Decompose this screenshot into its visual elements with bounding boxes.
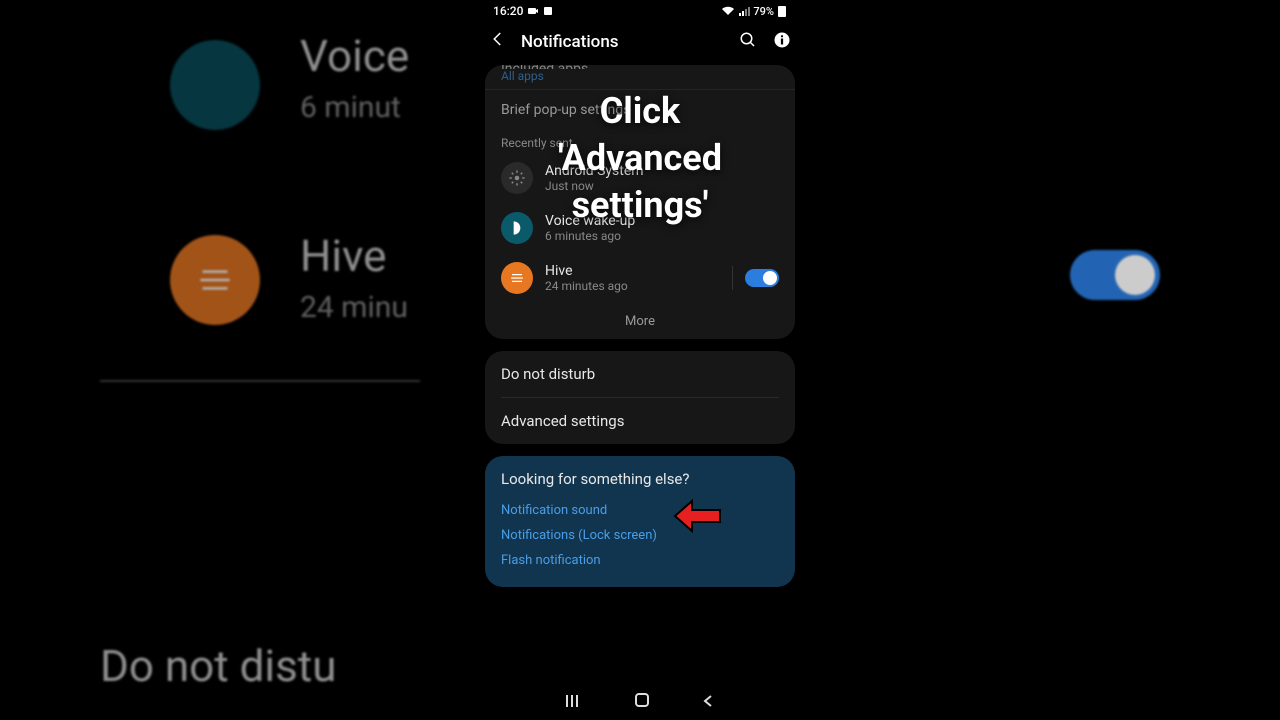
included-apps-value: All apps [501,69,779,83]
search-icon[interactable] [739,31,757,53]
nav-recents-icon[interactable] [566,693,584,712]
settings-card: Do not disturb Advanced settings [485,351,795,444]
status-bar: 16:20 79% [475,0,805,20]
info-icon[interactable] [773,31,791,53]
nav-bar [475,684,805,720]
included-apps-item[interactable]: Included apps All apps [485,65,795,89]
bg-hive-time: 24 minu [300,290,408,325]
app-row-hive[interactable]: Hive 24 minutes ago [485,254,795,304]
instruction-overlay: Click 'Advanced settings' [558,88,722,228]
signal-icon [738,6,750,16]
bg-voice-time: 6 minut [300,90,401,125]
arrow-annotation [672,498,722,534]
nav-home-icon[interactable] [634,692,650,712]
app-name: Hive [545,263,720,279]
wifi-icon [721,6,735,16]
back-icon[interactable] [489,30,507,53]
link-flash[interactable]: Flash notification [501,548,779,573]
bg-toggle [1070,250,1160,300]
page-title: Notifications [521,32,725,52]
camera-icon [527,6,539,16]
header: Notifications [475,20,805,61]
suggestions-card: Looking for something else? Notification… [485,456,795,587]
record-icon [543,6,553,16]
status-battery: 79% [753,5,774,18]
hive-toggle[interactable] [745,269,779,287]
advanced-settings-item[interactable]: Advanced settings [485,398,795,444]
bg-dnd-label: Do not distu [100,640,336,692]
bg-hive-icon [170,235,260,325]
nav-back-icon[interactable] [701,693,715,712]
link-notification-sound[interactable]: Notification sound [501,498,779,523]
more-button[interactable]: More [485,304,795,339]
status-time: 16:20 [493,4,523,18]
gear-icon [501,162,533,194]
dnd-item[interactable]: Do not disturb [485,351,795,397]
bixby-icon [501,212,533,244]
hive-icon [501,262,533,294]
bg-bixby-icon [170,40,260,130]
app-time: 24 minutes ago [545,279,720,293]
battery-icon [777,5,787,17]
bg-voice-label: Voice [300,30,409,82]
suggestions-title: Looking for something else? [501,470,779,488]
app-time: 6 minutes ago [545,229,779,243]
bg-hive-label: Hive [300,230,386,282]
link-lock-screen[interactable]: Notifications (Lock screen) [501,523,779,548]
